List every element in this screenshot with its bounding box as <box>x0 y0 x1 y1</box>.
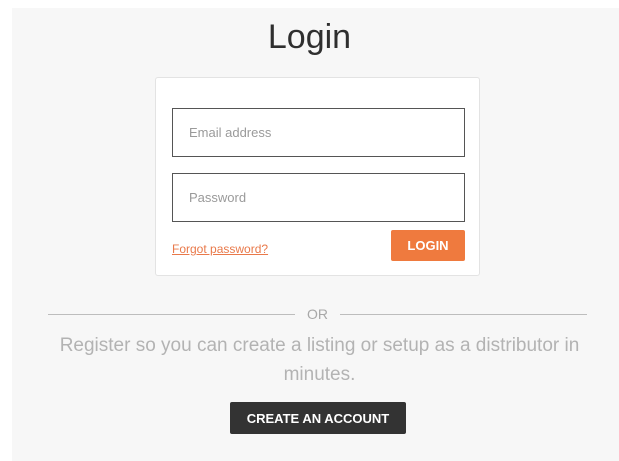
email-field[interactable] <box>172 108 465 157</box>
password-field[interactable] <box>172 173 465 222</box>
divider-line-right <box>340 314 587 315</box>
divider-line-left <box>48 314 295 315</box>
create-account-button[interactable]: CREATE AN ACCOUNT <box>230 402 406 434</box>
page-title: Login <box>267 18 352 56</box>
forgot-password-link[interactable]: Forgot password? <box>172 242 268 256</box>
register-text: Register so you can create a listing or … <box>59 335 580 385</box>
divider-label: OR <box>307 306 328 322</box>
login-card: Forgot password? LOGIN <box>155 77 480 276</box>
login-button[interactable]: LOGIN <box>391 230 465 261</box>
